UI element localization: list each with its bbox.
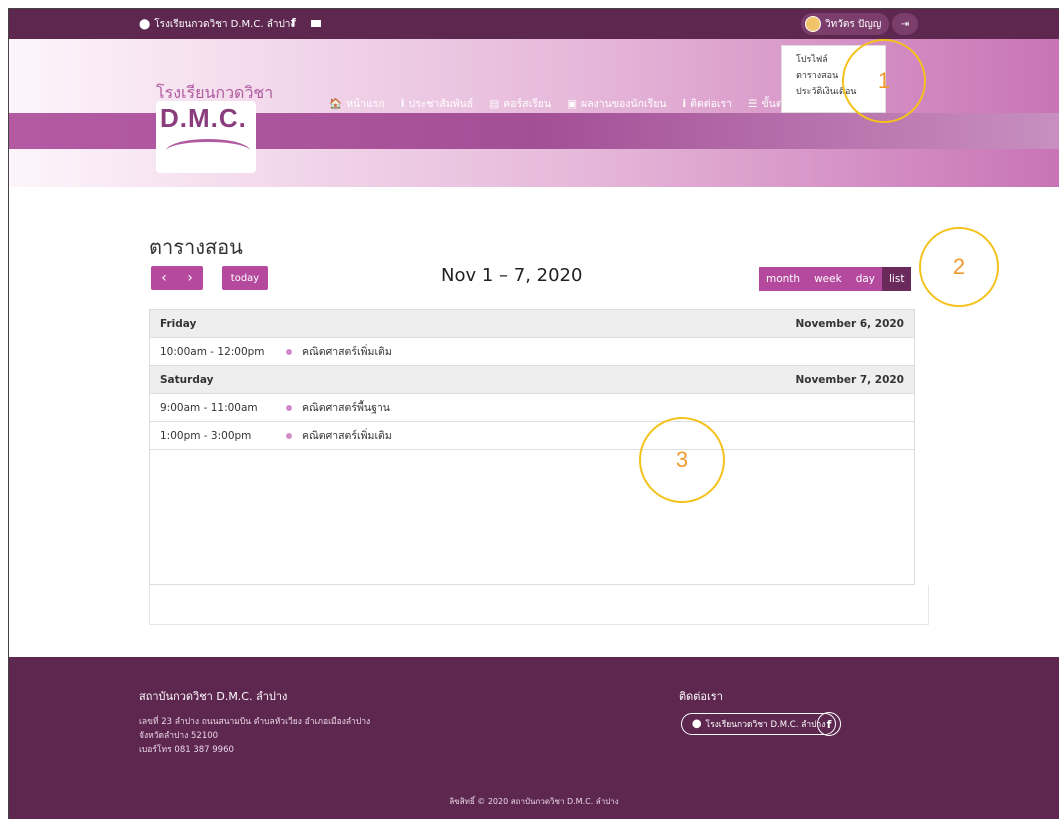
annotation-marker: 1: [842, 39, 926, 123]
day-header-row: Saturday November 7, 2020: [150, 366, 914, 394]
page-title: ตารางสอน: [149, 235, 243, 259]
event-time: 9:00am - 11:00am: [160, 401, 258, 414]
event-title: คณิตศาสตร์เพิ่มเติม: [302, 346, 392, 358]
nav-student-works[interactable]: ▣ ผลงานของนักเรียน: [567, 95, 666, 112]
day-name: Saturday: [160, 373, 214, 386]
annotation-marker: 3: [639, 417, 725, 503]
view-day-button[interactable]: day: [848, 267, 883, 291]
nav-contact[interactable]: i ติดต่อเรา: [683, 95, 733, 112]
annotation-marker: 2: [919, 227, 999, 307]
copyright: ลิขสิทธิ์ © 2020 สถาบันกวดวิชา D.M.C. ลำ…: [449, 797, 619, 806]
book-icon: [166, 139, 250, 163]
day-name: Friday: [160, 317, 197, 330]
user-name: วิทวัตร ปัญญ: [825, 18, 882, 30]
contact-title: ติดต่อเรา: [679, 690, 723, 703]
info-icon: i: [400, 97, 405, 110]
info-icon: i: [682, 97, 687, 110]
event-dot-icon: [286, 348, 292, 355]
location-link[interactable]: ⬤ โรงเรียนกวดวิชา D.M.C. ลำปาง: [139, 17, 295, 32]
nav-courses[interactable]: ▤ คอร์สเรียน: [489, 95, 551, 112]
browser-frame: ⬤ โรงเรียนกวดวิชา D.M.C. ลำปาง f วิทวัตร…: [8, 8, 1059, 819]
event-row[interactable]: 9:00am - 11:00am คณิตศาสตร์พื้นฐาน: [150, 394, 914, 422]
nav-home[interactable]: 🏠 หน้าแรก: [329, 95, 385, 112]
day-header-row: Friday November 6, 2020: [150, 310, 914, 338]
logout-icon: ⇥: [900, 18, 910, 30]
view-switcher: month week day list: [759, 267, 912, 291]
event-time: 1:00pm - 3:00pm: [160, 429, 252, 442]
next-button[interactable]: ›: [177, 270, 203, 286]
map-marker-icon: ⬤: [692, 719, 702, 729]
nav-label: หน้าแรก: [346, 98, 385, 110]
calendar-list: Friday November 6, 2020 10:00am - 12:00p…: [149, 309, 915, 585]
mail-icon[interactable]: [311, 20, 321, 27]
address-line: จังหวัดลำปาง 52100: [139, 731, 219, 741]
event-dot-icon: [286, 404, 292, 411]
nav-label: คอร์สเรียน: [503, 98, 552, 110]
map-marker-icon: ⬤: [139, 19, 151, 30]
event-title: คณิตศาสตร์เพิ่มเติม: [302, 430, 392, 442]
today-button[interactable]: today: [222, 266, 268, 290]
address-line: เลขที่ 23 ลำปาง ถนนสนามบิน ตำบลหัวเวียง …: [139, 717, 371, 727]
view-week-button[interactable]: week: [807, 267, 849, 291]
logout-button[interactable]: ⇥: [892, 13, 918, 35]
list-icon: ☰: [748, 97, 758, 110]
image-icon: ▣: [567, 97, 578, 110]
contact-location-link[interactable]: ⬤ โรงเรียนกวดวิชา D.M.C. ลำปาง: [681, 713, 837, 735]
date-range-title: Nov 1 – 7, 2020: [441, 265, 583, 286]
nav-label: ผลงานของนักเรียน: [581, 98, 667, 110]
nav-news[interactable]: i ประชาสัมพันธ์: [401, 95, 473, 112]
event-row[interactable]: 1:00pm - 3:00pm คณิตศาสตร์เพิ่มเติม: [150, 422, 914, 450]
book-icon: ▤: [489, 97, 500, 110]
facebook-icon[interactable]: f: [291, 16, 296, 29]
user-menu-button[interactable]: วิทวัตร ปัญญ: [801, 13, 890, 35]
day-date: November 6, 2020: [795, 317, 904, 330]
footer-address: เลขที่ 23 ลำปาง ถนนสนามบิน ตำบลหัวเวียง …: [139, 715, 370, 757]
home-icon: 🏠: [329, 98, 343, 110]
site-footer: สถาบันกวดวิชา D.M.C. ลำปาง เลขที่ 23 ลำป…: [9, 657, 1059, 819]
calendar-footer-box: [149, 585, 929, 625]
address-line: เบอร์โทร 081 387 9960: [139, 745, 234, 755]
site-logo[interactable]: โรงเรียนกวดวิชา D.M.C.: [154, 39, 273, 173]
day-date: November 7, 2020: [795, 373, 904, 386]
top-bar: ⬤ โรงเรียนกวดวิชา D.M.C. ลำปาง f วิทวัตร…: [9, 9, 1059, 39]
contact-pill-label: โรงเรียนกวดวิชา D.M.C. ลำปาง: [705, 720, 826, 730]
nav-label: ประชาสัมพันธ์: [408, 98, 474, 110]
prev-next-group: ‹ ›: [151, 266, 203, 290]
logo-line2: D.M.C.: [160, 103, 247, 133]
logo-box: D.M.C.: [156, 101, 256, 173]
prev-button[interactable]: ‹: [151, 270, 177, 286]
event-time: 10:00am - 12:00pm: [160, 345, 265, 358]
view-month-button[interactable]: month: [759, 267, 808, 291]
event-dot-icon: [286, 432, 292, 439]
footer-title: สถาบันกวดวิชา D.M.C. ลำปาง: [139, 690, 288, 703]
location-text: โรงเรียนกวดวิชา D.M.C. ลำปาง: [154, 19, 296, 30]
facebook-icon[interactable]: f: [817, 712, 841, 736]
event-title: คณิตศาสตร์พื้นฐาน: [302, 402, 390, 414]
avatar: [805, 16, 821, 32]
event-row[interactable]: 10:00am - 12:00pm คณิตศาสตร์เพิ่มเติม: [150, 338, 914, 366]
nav-label: ติดต่อเรา: [690, 98, 733, 110]
view-list-button[interactable]: list: [882, 267, 912, 291]
